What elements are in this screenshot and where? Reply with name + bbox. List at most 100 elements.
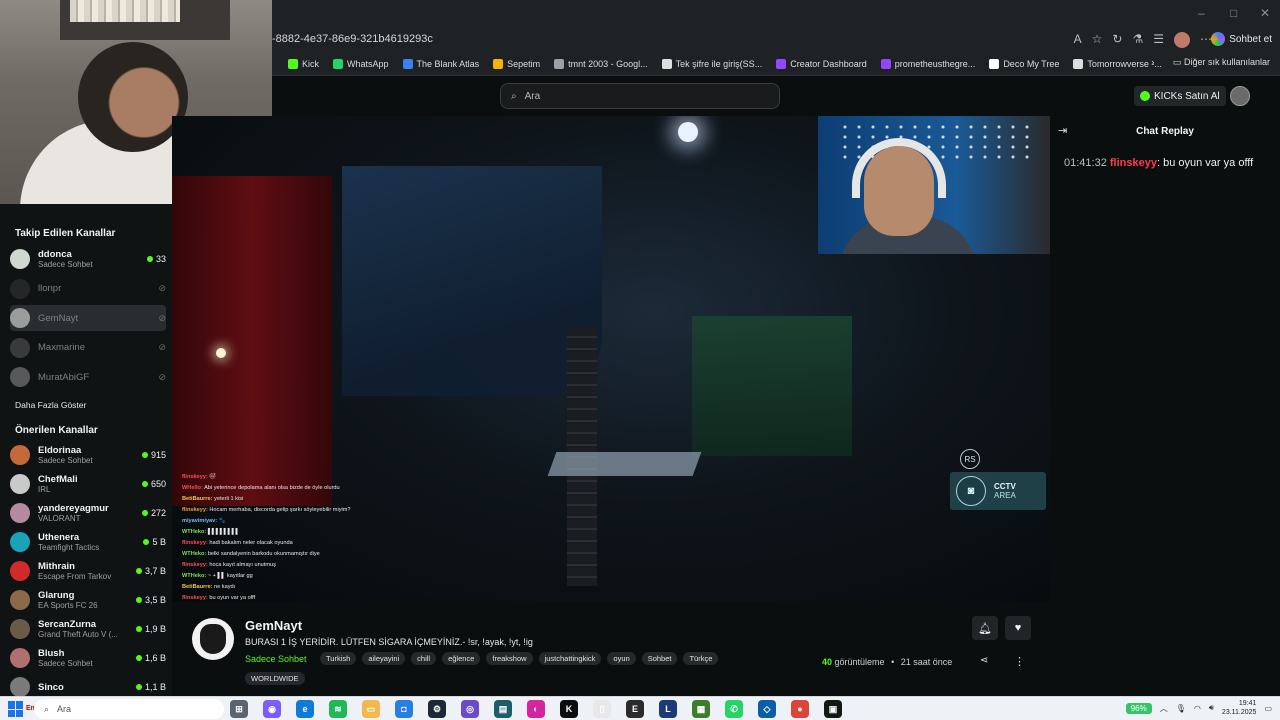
bookmark-item[interactable]: Tomorrowverse -...	[1073, 58, 1162, 69]
battery-indicator[interactable]: 96%	[1125, 702, 1152, 714]
user-avatar[interactable]	[1230, 86, 1250, 106]
bookmark-item[interactable]: Kick	[288, 58, 319, 69]
more-menu-icon[interactable]: ⋯	[1200, 32, 1212, 48]
obs-icon[interactable]: ◎	[461, 700, 479, 718]
tag-chip[interactable]: eğlence	[442, 652, 481, 665]
clock[interactable]: 19:41 23.11.2025	[1222, 699, 1257, 717]
favorite-star-icon[interactable]: ☆	[1092, 32, 1103, 48]
tag-chip[interactable]: aileyayini	[362, 652, 406, 665]
bookmark-item[interactable]: Creator Dashboard	[776, 58, 867, 69]
windows-start-icon[interactable]	[8, 701, 24, 717]
sidebar-recommended-item[interactable]: Glarung EA Sports FC 26 3,5 B	[10, 587, 166, 613]
overlay-chat-text: ~ + ▌▌ kayıtlar gg	[207, 573, 253, 579]
bookmark-item[interactable]: WhatsApp	[333, 58, 389, 69]
stream-title: BURASI 1 İŞ YERİDİR. LÜTFEN SİGARA İÇMEY…	[245, 637, 533, 647]
bookmark-item[interactable]: Tek şifre ile giriş(SS...	[661, 58, 762, 69]
sidebar-recommended-item[interactable]: Blush Sadece Sohbet 1,6 B	[10, 645, 166, 671]
steam-icon[interactable]: ⚙	[428, 700, 446, 718]
chevron-up-icon[interactable]: ︿	[1160, 703, 1168, 714]
sidebar-recommended-item[interactable]: SercanZurna Grand Theft Auto V (... 1,9 B	[10, 616, 166, 642]
sidebar-channel-text: SercanZurna Grand Theft Auto V (...	[38, 619, 136, 639]
sidebar-recommended-item[interactable]: Uthenera Teamfight Tactics 5 B	[10, 529, 166, 555]
heart-icon: ♥	[1014, 622, 1022, 634]
notification-icon[interactable]: ▭	[1264, 704, 1272, 713]
sidebar-channel-item[interactable]: GemNayt ⊘	[10, 305, 166, 331]
sidebar-recommended-item[interactable]: ChefMali IRL 650	[10, 471, 166, 497]
edge-icon[interactable]: e	[296, 700, 314, 718]
tag-chip[interactable]: freakshow	[486, 652, 533, 665]
channel-avatar[interactable]	[192, 618, 234, 660]
tag-chip[interactable]: justchattingkick	[538, 652, 602, 665]
read-aloud-icon[interactable]: A	[1074, 32, 1082, 48]
copilot-chat-button[interactable]: Sohbet et	[1211, 32, 1272, 46]
volume-icon[interactable]: 🔊︎	[1209, 703, 1214, 713]
tag-chip[interactable]: oyun	[607, 652, 636, 665]
sidebar-channel-item[interactable]: ddonca Sadece Sohbet 33	[10, 246, 166, 272]
tag-chip[interactable]: Sohbet	[641, 652, 678, 665]
overlay-chat-user: flinskeyy:	[182, 562, 208, 568]
tag-chip[interactable]: Turkish	[320, 652, 357, 665]
tag-list: Turkish aileyayini chill eğlence freakshow ju…	[320, 652, 719, 665]
vscode-icon[interactable]: ◇	[758, 700, 776, 718]
capcut-icon[interactable]: ▤	[494, 700, 512, 718]
bookmark-item[interactable]: prometheusthegre...	[880, 58, 975, 69]
viewer-count: 915	[141, 450, 166, 460]
instagram-icon[interactable]: ◐	[527, 700, 545, 718]
search-input[interactable]: ⌕ Ara	[500, 83, 780, 109]
refresh-icon[interactable]: ↻	[1112, 32, 1122, 48]
extensions-icon[interactable]: ⚗	[1132, 32, 1143, 48]
show-more-link[interactable]: Daha Fazla Göster	[15, 400, 86, 410]
sidebar-recommended-item[interactable]: yandereyagmur VALORANT 272	[10, 500, 166, 526]
file-icon[interactable]: ▯	[593, 700, 611, 718]
bookmark-item[interactable]: The Blank Atlas	[402, 58, 479, 69]
tag-worldwide[interactable]: WORLDWIDE	[245, 672, 305, 685]
mic-icon[interactable]: 🎙︎	[1176, 704, 1186, 713]
overlay-chat-line: WTHeko: belki sandalyenin barkodu okunma…	[182, 549, 432, 560]
task-view-icon[interactable]: ⊞	[230, 700, 248, 718]
channel-name[interactable]: GemNayt	[245, 618, 302, 633]
sidebar-channel-item[interactable]: Maxmarine ⊘	[10, 335, 166, 361]
sidebar-channel-name: Eldorinaa	[38, 445, 82, 456]
whatsapp-app-icon[interactable]: ✆	[725, 700, 743, 718]
address-bar[interactable]: -8882-4e37-86e9-321b4619293c A ☆ ↻ ⚗ ☰ ⋯…	[272, 28, 1280, 52]
folder-icon[interactable]: ▭	[362, 700, 380, 718]
maximize-button[interactable]: □	[1230, 6, 1237, 20]
url-text[interactable]: -8882-4e37-86e9-321b4619293c	[272, 33, 433, 45]
address-bar-actions: A ☆ ↻ ⚗ ☰ ⋯	[1074, 32, 1212, 48]
store-icon[interactable]: ◘	[395, 700, 413, 718]
wifi-icon[interactable]: ◠	[1194, 704, 1201, 713]
taskbar-search[interactable]: ⌕ Ara	[34, 699, 224, 719]
tag-chip[interactable]: chill	[411, 652, 437, 665]
epic-icon[interactable]: E	[626, 700, 644, 718]
sidebar-channel-category: Escape From Tarkov	[38, 572, 112, 581]
chat-message: 01:41:32 flinskeyy: bu oyun var ya offf	[1064, 157, 1254, 169]
chat-username[interactable]: flinskeyy	[1110, 157, 1157, 169]
kick-app-icon[interactable]: K	[560, 700, 578, 718]
notification-bell-button[interactable]: 🔔︎	[972, 616, 998, 640]
close-window-button[interactable]: ✕	[1260, 6, 1270, 20]
share-icon[interactable]: ⋖	[980, 655, 988, 666]
lol-icon[interactable]: L	[659, 700, 677, 718]
video-player[interactable]: RS ◙ CCTV AREA flinskeyy: 🚭 WHello: Abi y…	[172, 116, 1050, 602]
tag-chip[interactable]: Türkçe	[683, 652, 719, 665]
kick-app-icon-2[interactable]: ▣	[824, 700, 842, 718]
sidebar-recommended-item[interactable]: Eldorinaa Sadece Sohbet 915	[10, 442, 166, 468]
follow-heart-button[interactable]: ♥	[1005, 616, 1031, 640]
other-favorites[interactable]: › ▭ Diğer sık kullanılanlar	[1151, 57, 1270, 68]
sidebar-channel-item[interactable]: MuratAbiGF ⊘	[10, 364, 166, 390]
copilot-app-icon[interactable]: ◉	[263, 700, 281, 718]
minimize-button[interactable]: –	[1198, 6, 1205, 20]
sidebar-recommended-item[interactable]: Mithrain Escape From Tarkov 3,7 B	[10, 558, 166, 584]
buy-kicks-button[interactable]: KICKs Satın Al	[1134, 86, 1226, 106]
minecraft-icon[interactable]: ▦	[692, 700, 710, 718]
more-options-icon[interactable]: ⋮	[1014, 655, 1025, 668]
bookmark-item[interactable]: Sepetim	[493, 58, 540, 69]
chrome-icon[interactable]: ●	[791, 700, 809, 718]
sidebar-channel-item[interactable]: llonpr ⊘	[10, 276, 166, 302]
favorites-icon[interactable]: ☰	[1153, 32, 1164, 48]
profile-avatar[interactable]	[1174, 32, 1190, 48]
bookmark-item[interactable]: tmnt 2003 - Googl...	[554, 58, 648, 69]
bookmark-item[interactable]: Deco My Tree	[989, 58, 1059, 69]
spotify-icon[interactable]: ≋	[329, 700, 347, 718]
stream-category[interactable]: Sadece Sohbet	[245, 654, 307, 664]
